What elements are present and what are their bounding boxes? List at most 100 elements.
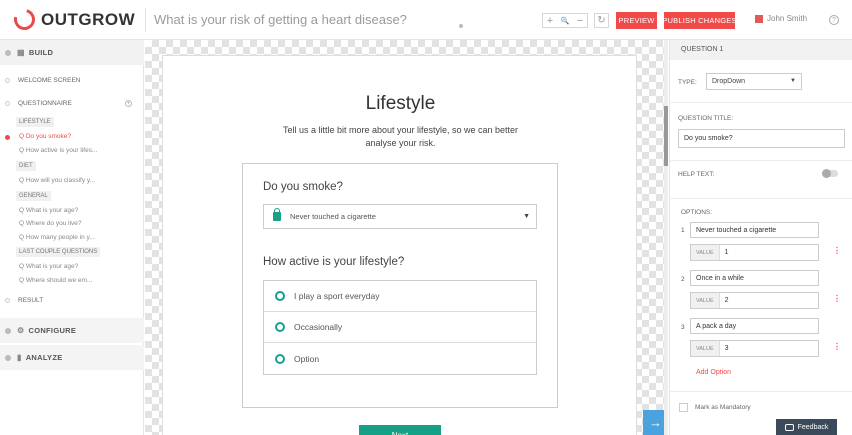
question-card: Do you smoke? Never touched a cigarette … [242, 163, 558, 408]
scrollbar-thumb[interactable] [664, 106, 668, 166]
radio-option[interactable]: Option [264, 343, 536, 374]
next-button[interactable]: Next [359, 425, 441, 435]
calculator-title[interactable]: What is your risk of getting a heart dis… [154, 12, 407, 27]
option-number: 2 [681, 276, 685, 283]
step-dot-icon [5, 298, 10, 303]
preview-button[interactable]: PREVIEW [616, 12, 657, 29]
type-label: TYPE: [678, 79, 697, 86]
zoom-in-icon[interactable]: + [547, 15, 553, 27]
question-title[interactable]: Do you smoke? [263, 181, 343, 193]
sidebar-item-welcome[interactable]: WELCOME SCREEN [18, 77, 80, 84]
chat-icon [784, 423, 794, 431]
active-step-dot-icon [5, 135, 10, 140]
option-label-input[interactable]: Once in a while [690, 270, 819, 286]
analyze-label: ANALYZE [25, 353, 63, 362]
question-item[interactable]: Q How many people in y... [19, 234, 95, 241]
feedback-button[interactable]: Feedback [776, 419, 837, 435]
section-dot-icon [5, 49, 11, 56]
lock-icon [273, 208, 281, 221]
option-label: Occasionally [294, 322, 343, 332]
zoom-controls: + 🔍 − [542, 13, 588, 28]
user-menu[interactable]: John Smith [755, 14, 807, 23]
sidebar-item-result[interactable]: RESULT [18, 297, 43, 304]
group-label-diet[interactable]: DIET [16, 161, 36, 171]
options-label: OPTIONS: [681, 209, 713, 216]
top-bar: OUTGROW What is your risk of getting a h… [0, 0, 852, 40]
step-dot-icon [5, 78, 10, 83]
question-item[interactable]: Q What is your age? [19, 263, 78, 270]
more-options-icon[interactable]: ⋮ [833, 294, 841, 303]
configure-section[interactable]: ⚙ CONFIGURE [0, 318, 144, 343]
caret-down-icon: ▼ [790, 78, 796, 84]
step-dot-icon [5, 101, 10, 106]
option-label-input[interactable]: Never touched a cigarette [690, 222, 819, 238]
question-title-input[interactable]: Do you smoke? [678, 129, 845, 148]
question-item[interactable]: Q Where do you live? [19, 220, 82, 227]
page-subtitle[interactable]: Tell us a little bit more about your lif… [273, 124, 528, 150]
question-item[interactable]: Q Do you smoke? [19, 133, 71, 140]
group-label-lifestyle[interactable]: LIFESTYLE [16, 117, 54, 127]
option-label-input[interactable]: A pack a day [690, 318, 819, 334]
grid-icon: ▦ [17, 48, 25, 57]
publish-changes-button[interactable]: PUBLISH CHANGES [662, 12, 736, 29]
help-icon[interactable]: ? [829, 15, 839, 25]
option-label: I play a sport everyday [294, 291, 380, 301]
group-label-general[interactable]: GENERAL [16, 191, 51, 201]
option-value: 1 [724, 249, 729, 256]
smoke-dropdown[interactable]: Never touched a cigarette ▼ [263, 204, 537, 229]
question-item[interactable]: Q Where should we em... [19, 277, 92, 284]
question-item[interactable]: Q How active is your lifes... [19, 147, 97, 154]
radio-option[interactable]: Occasionally [264, 312, 536, 343]
dropdown-value: Never touched a cigarette [290, 212, 376, 221]
sidebar-item-questionnaire[interactable]: QUESTIONNAIRE [18, 100, 72, 107]
option-value: 3 [724, 345, 729, 352]
radio-circle-icon [275, 353, 285, 364]
mandatory-label: Mark as Mandatory [695, 404, 751, 411]
mandatory-checkbox[interactable] [679, 403, 688, 412]
left-sidebar: ▦ BUILD WELCOME SCREEN QUESTIONNAIRE + L… [0, 40, 144, 435]
logo[interactable]: OUTGROW [10, 5, 135, 34]
radio-circle-icon [275, 322, 285, 332]
user-icon [755, 14, 763, 23]
value-tag: VALUE [691, 245, 720, 260]
outgrow-logo-icon [10, 5, 39, 34]
option-value-input[interactable]: VALUE 3 [690, 340, 819, 357]
build-section[interactable]: ▦ BUILD [0, 40, 144, 65]
type-value: DropDown [712, 78, 746, 85]
zoom-search-icon[interactable]: 🔍 [561, 17, 570, 25]
add-section-icon[interactable]: + [125, 100, 132, 107]
section-dot-icon [5, 327, 11, 334]
radio-option[interactable]: I play a sport everyday [264, 281, 536, 312]
question-item[interactable]: Q How will you classify y... [19, 177, 95, 184]
preview-canvas: Lifestyle Tell us a little bit more abou… [145, 40, 668, 435]
group-label-last[interactable]: LAST COUPLE QUESTIONS [16, 247, 101, 257]
panel-header: QUESTION 1 [670, 40, 852, 60]
radio-circle-icon [275, 291, 285, 301]
more-options-icon[interactable]: ⋮ [833, 342, 841, 351]
section-dot-icon [5, 354, 11, 361]
option-value: 2 [724, 297, 729, 304]
analyze-section[interactable]: ▮ ANALYZE [0, 345, 144, 370]
divider [670, 198, 852, 199]
status-dot [459, 24, 463, 28]
option-label: Option [294, 353, 320, 364]
help-text-toggle[interactable] [822, 169, 838, 178]
type-select[interactable]: DropDown ▼ [706, 73, 802, 90]
value-tag: VALUE [691, 341, 720, 356]
option-number: 1 [681, 227, 685, 234]
configure-label: CONFIGURE [28, 326, 77, 335]
divider [670, 391, 852, 392]
option-value-input[interactable]: VALUE 2 [690, 292, 819, 309]
canvas-scrollbar[interactable] [664, 40, 668, 435]
option-value-input[interactable]: VALUE 1 [690, 244, 819, 261]
page-title[interactable]: Lifestyle [163, 93, 638, 115]
question-item[interactable]: Q What is your age? [19, 207, 78, 214]
zoom-out-icon[interactable]: − [577, 15, 583, 27]
build-label: BUILD [28, 48, 54, 57]
calculator-page: Lifestyle Tell us a little bit more abou… [162, 55, 637, 435]
radio-option-list: I play a sport everyday Occasionally Opt… [263, 280, 537, 375]
more-options-icon[interactable]: ⋮ [833, 246, 841, 255]
refresh-icon[interactable]: ↻ [594, 13, 609, 28]
question-title[interactable]: How active is your lifestyle? [263, 256, 404, 268]
add-option-link[interactable]: Add Option [696, 369, 731, 376]
